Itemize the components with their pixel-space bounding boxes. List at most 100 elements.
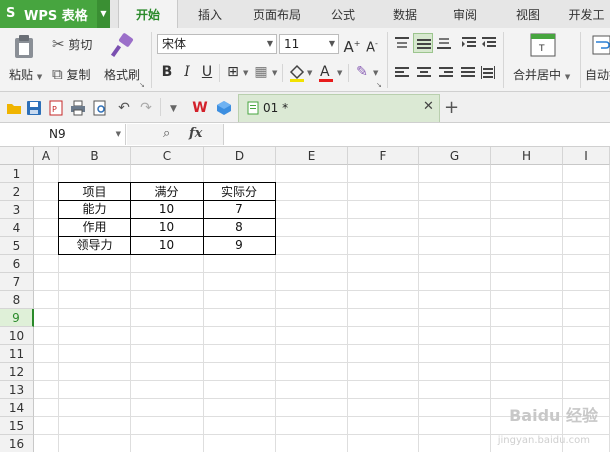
wps-home-icon[interactable]: W <box>192 100 208 116</box>
print-icon[interactable] <box>70 100 86 116</box>
border-icon[interactable]: ⊞ <box>224 62 242 82</box>
row-header[interactable]: 16 <box>0 435 34 452</box>
table-header-cell[interactable]: 项目 <box>58 182 131 201</box>
align-left-icon[interactable] <box>394 66 410 83</box>
select-all-corner[interactable] <box>0 147 34 165</box>
justify-icon[interactable] <box>460 66 476 83</box>
table-header-cell[interactable]: 实际分 <box>203 182 276 201</box>
row-header[interactable]: 5 <box>0 237 34 255</box>
indent-icon[interactable] <box>461 36 477 53</box>
column-header[interactable]: A <box>34 147 59 165</box>
row-header[interactable]: 10 <box>0 327 34 345</box>
tab-review[interactable]: 审阅 <box>440 0 490 28</box>
app-menu-button[interactable]: S WPS 表格 ▼ <box>0 0 110 28</box>
table-cell[interactable]: 7 <box>203 200 276 219</box>
table-cell[interactable]: 作用 <box>58 218 131 237</box>
redo-icon[interactable]: ↷ <box>138 100 154 116</box>
row-header[interactable]: 8 <box>0 291 34 309</box>
row-header[interactable]: 6 <box>0 255 34 273</box>
table-cell[interactable]: 8 <box>203 218 276 237</box>
align-top-icon[interactable] <box>394 36 410 53</box>
tab-data[interactable]: 数据 <box>380 0 430 28</box>
column-header[interactable]: I <box>563 147 610 165</box>
wrap-text-icon[interactable] <box>592 34 610 56</box>
column-header[interactable]: D <box>204 147 276 165</box>
tab-view[interactable]: 视图 <box>503 0 553 28</box>
column-header[interactable]: C <box>131 147 204 165</box>
chevron-down-icon[interactable]: ▼ <box>243 69 248 77</box>
column-header[interactable]: B <box>59 147 131 165</box>
table-cell[interactable]: 领导力 <box>58 236 131 255</box>
fill-color-icon[interactable] <box>288 63 306 83</box>
print-preview-icon[interactable] <box>92 100 108 116</box>
paste-label[interactable]: 粘贴 ▼ <box>9 66 42 83</box>
save-icon[interactable] <box>26 100 42 116</box>
increase-font-icon[interactable]: A+ <box>343 34 361 56</box>
dialog-launcher-icon[interactable]: ↘ <box>376 81 382 89</box>
row-header[interactable]: 4 <box>0 219 34 237</box>
decrease-font-icon[interactable]: A- <box>363 34 381 55</box>
align-bottom-icon[interactable] <box>436 36 452 53</box>
name-box[interactable]: N9 ▼ <box>0 124 126 145</box>
document-tab[interactable]: 01 * ✕ <box>238 94 440 122</box>
row-header[interactable]: 9 <box>0 309 34 327</box>
table-cell[interactable]: 10 <box>130 218 204 237</box>
table-cell[interactable]: 10 <box>130 236 204 255</box>
paste-button[interactable] <box>10 33 38 61</box>
cloud-cube-icon[interactable] <box>216 100 232 116</box>
close-icon[interactable]: ✕ <box>423 99 434 114</box>
merge-center-icon[interactable]: T <box>530 32 556 58</box>
column-header[interactable]: E <box>276 147 348 165</box>
table-header-cell[interactable]: 满分 <box>130 182 204 201</box>
merge-grid-icon[interactable]: ▦ <box>252 62 270 82</box>
merge-center-button[interactable]: 合并居中 ▼ <box>513 66 570 83</box>
undo-icon[interactable]: ↶ <box>116 100 132 116</box>
italic-icon[interactable]: I <box>178 62 196 82</box>
tab-home[interactable]: 开始 <box>118 0 178 29</box>
table-cell[interactable]: 能力 <box>58 200 131 219</box>
tab-developer[interactable]: 开发工 <box>563 0 610 28</box>
chevron-down-icon[interactable]: ▼ <box>170 104 177 114</box>
align-right-icon[interactable] <box>438 66 454 83</box>
row-header[interactable]: 12 <box>0 363 34 381</box>
new-tab-plus-icon[interactable]: + <box>444 97 459 118</box>
row-header[interactable]: 2 <box>0 183 34 201</box>
chevron-down-icon[interactable]: ▼ <box>97 0 110 28</box>
format-painter-icon[interactable] <box>110 33 136 59</box>
auto-wrap-button[interactable]: 自动换 <box>585 66 610 83</box>
font-size-select[interactable]: 11 ▼ <box>279 34 339 54</box>
row-header[interactable]: 11 <box>0 345 34 363</box>
export-pdf-icon[interactable]: P <box>48 100 64 116</box>
column-header[interactable]: G <box>419 147 491 165</box>
font-color-icon[interactable]: A <box>318 63 334 83</box>
formula-input[interactable] <box>224 124 610 145</box>
row-header[interactable]: 1 <box>0 165 34 183</box>
chevron-down-icon[interactable]: ▼ <box>373 69 378 77</box>
row-header[interactable]: 14 <box>0 399 34 417</box>
align-middle-icon[interactable] <box>413 33 433 53</box>
tab-page-layout[interactable]: 页面布局 <box>242 0 312 28</box>
tab-formulas[interactable]: 公式 <box>318 0 368 28</box>
bold-icon[interactable]: B <box>158 62 176 82</box>
zoom-search-icon[interactable]: ⌕ <box>163 126 170 141</box>
distributed-icon[interactable] <box>480 66 496 83</box>
underline-icon[interactable]: U <box>198 62 216 82</box>
table-cell[interactable]: 10 <box>130 200 204 219</box>
chevron-down-icon[interactable]: ▼ <box>116 124 121 145</box>
chevron-down-icon[interactable]: ▼ <box>272 69 277 77</box>
align-center-icon[interactable] <box>416 66 432 83</box>
clear-format-icon[interactable]: ✎ <box>353 62 371 82</box>
row-header[interactable]: 3 <box>0 201 34 219</box>
column-header[interactable]: H <box>491 147 563 165</box>
font-name-select[interactable]: 宋体 ▼ <box>157 34 277 54</box>
row-header[interactable]: 15 <box>0 417 34 435</box>
copy-button[interactable]: ⧉ 复制 <box>52 64 91 84</box>
dialog-launcher-icon[interactable]: ↘ <box>139 81 145 89</box>
column-header[interactable]: F <box>348 147 419 165</box>
row-header[interactable]: 7 <box>0 273 34 291</box>
outdent-icon[interactable] <box>481 36 497 53</box>
chevron-down-icon[interactable]: ▼ <box>337 69 342 77</box>
chevron-down-icon[interactable]: ▼ <box>307 69 312 77</box>
tab-insert[interactable]: 插入 <box>183 0 237 28</box>
table-cell[interactable]: 9 <box>203 236 276 255</box>
